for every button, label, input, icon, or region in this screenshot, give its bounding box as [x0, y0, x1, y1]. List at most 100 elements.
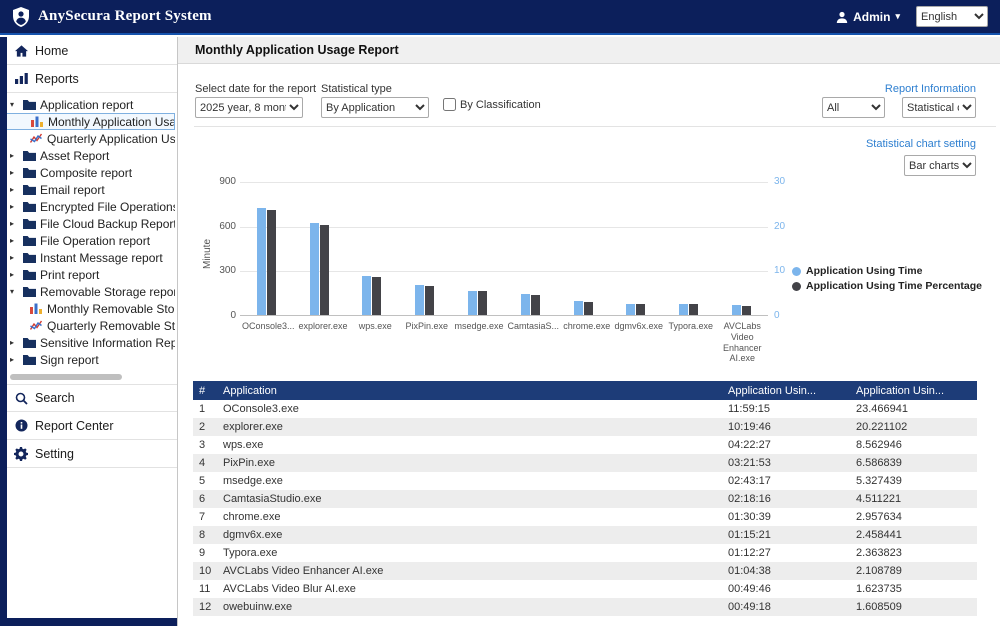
column-header[interactable]: Application Usin...: [850, 381, 977, 400]
tree-item-15[interactable]: ▸Sign report: [0, 351, 175, 368]
tree-expand-icon[interactable]: ▸: [10, 338, 19, 347]
chart-type-select[interactable]: Bar charts: [904, 155, 976, 176]
bar-application-using-time[interactable]: [732, 305, 741, 315]
statistical-type-select[interactable]: By Application: [321, 97, 429, 118]
table-row-partial[interactable]: [193, 616, 977, 626]
y-tick-label: 20: [774, 221, 800, 232]
usage-table-body: 1OConsole3.exe11:59:1523.4669412explorer…: [193, 400, 977, 626]
folder-icon: [23, 201, 36, 212]
by-classification-checkbox[interactable]: [443, 98, 456, 111]
column-header[interactable]: Application Usin...: [722, 381, 850, 400]
bar-application-using-time-percentage[interactable]: [425, 286, 434, 315]
tree-expand-icon[interactable]: ▸: [10, 202, 19, 211]
table-row[interactable]: 2explorer.exe10:19:4620.221102: [193, 418, 977, 436]
tree-item-13[interactable]: Quarterly Removable St: [0, 317, 175, 334]
table-cell: 1.623735: [850, 580, 977, 598]
column-header[interactable]: #: [193, 381, 217, 400]
table-row[interactable]: 10AVCLabs Video Enhancer AI.exe01:04:382…: [193, 562, 977, 580]
table-row[interactable]: 7chrome.exe01:30:392.957634: [193, 508, 977, 526]
bar-application-using-time[interactable]: [362, 276, 371, 315]
bar-group: [504, 182, 557, 315]
bar-application-using-time-percentage[interactable]: [372, 277, 381, 315]
line-chart-icon: [30, 133, 43, 144]
sidebar-item-report-center[interactable]: Report Center: [0, 412, 177, 440]
bar-group: [398, 182, 451, 315]
tree-item-4[interactable]: ▸Composite report: [0, 164, 175, 181]
report-date-select[interactable]: 2025 year, 8 month: [195, 97, 303, 118]
table-row[interactable]: 9Typora.exe01:12:272.363823: [193, 544, 977, 562]
tree-item-0[interactable]: ▾Application report: [0, 96, 175, 113]
topbar: AnySecura Report System Admin ▾ English: [0, 0, 1000, 35]
bar-application-using-time[interactable]: [257, 208, 266, 315]
bar-application-using-time-percentage[interactable]: [584, 302, 593, 315]
tree-expand-icon[interactable]: ▸: [10, 253, 19, 262]
bar-application-using-time[interactable]: [415, 285, 424, 315]
date-select-label: Select date for the report: [195, 83, 316, 95]
bar-application-using-time-percentage[interactable]: [742, 306, 751, 315]
tree-item-12[interactable]: Monthly Removable Stor: [0, 300, 175, 317]
bar-application-using-time-percentage[interactable]: [320, 225, 329, 315]
bar-application-using-time[interactable]: [574, 301, 583, 315]
legend-item-percentage[interactable]: Application Using Time Percentage: [792, 280, 982, 292]
report-information-link[interactable]: Report Information: [885, 83, 976, 95]
sidebar-item-home[interactable]: Home: [0, 37, 177, 65]
tree-item-7[interactable]: ▸ File Cloud Backup Report: [0, 215, 175, 232]
bar-application-using-time[interactable]: [679, 304, 688, 315]
tree-item-1[interactable]: Monthly Application Usag: [0, 113, 175, 130]
bar-application-using-time[interactable]: [521, 294, 530, 315]
sidebar-bottom-bar: [0, 618, 177, 626]
tree-item-label: File Cloud Backup Report: [40, 217, 175, 231]
table-row[interactable]: 4PixPin.exe03:21:536.586839: [193, 454, 977, 472]
tree-expand-icon[interactable]: ▸: [10, 236, 19, 245]
chart-mode-select[interactable]: Statistical chart a: [902, 97, 976, 118]
tree-expand-icon[interactable]: ▸: [10, 168, 19, 177]
table-row[interactable]: 8dgmv6x.exe01:15:212.458441: [193, 526, 977, 544]
bar-application-using-time-percentage[interactable]: [478, 291, 487, 315]
bar-application-using-time-percentage[interactable]: [636, 304, 645, 315]
tree-item-10[interactable]: ▸Print report: [0, 266, 175, 283]
tree-item-8[interactable]: ▸File Operation report: [0, 232, 175, 249]
tree-item-9[interactable]: ▸ Instant Message report: [0, 249, 175, 266]
tree-item-6[interactable]: ▸Encrypted File Operations R: [0, 198, 175, 215]
sidebar-item-setting[interactable]: Setting: [0, 440, 177, 468]
legend-item-time[interactable]: Application Using Time: [792, 265, 982, 277]
tree-horizontal-scrollbar[interactable]: [10, 374, 122, 380]
tree-item-14[interactable]: ▸Sensitive Information Report: [0, 334, 175, 351]
table-cell: 02:43:17: [722, 472, 850, 490]
tree-expand-icon[interactable]: ▸: [10, 270, 19, 279]
bar-application-using-time-percentage[interactable]: [267, 210, 276, 315]
statistical-chart-setting-link[interactable]: Statistical chart setting: [866, 138, 976, 150]
tree-collapse-icon[interactable]: ▾: [10, 287, 19, 296]
tree-expand-icon[interactable]: ▸: [10, 151, 19, 160]
table-row[interactable]: 12owebuinw.exe00:49:181.608509: [193, 598, 977, 616]
column-header[interactable]: Application: [217, 381, 722, 400]
bar-application-using-time-percentage[interactable]: [689, 304, 698, 315]
table-cell: 6.586839: [850, 454, 977, 472]
table-row[interactable]: 3wps.exe04:22:278.562946: [193, 436, 977, 454]
tree-item-11[interactable]: ▾Removable Storage report: [0, 283, 175, 300]
bar-application-using-time[interactable]: [310, 223, 319, 315]
report-content: Select date for the report 2025 year, 8 …: [178, 64, 1000, 626]
tree-item-5[interactable]: ▸Email report: [0, 181, 175, 198]
tree-item-label: Instant Message report: [40, 251, 163, 265]
tree-expand-icon[interactable]: ▸: [10, 355, 19, 364]
language-select[interactable]: English: [916, 6, 988, 27]
sidebar-item-search[interactable]: Search: [0, 384, 177, 412]
bar-application-using-time[interactable]: [468, 291, 477, 315]
table-row[interactable]: 6CamtasiaStudio.exe02:18:164.511221: [193, 490, 977, 508]
table-row[interactable]: 1OConsole3.exe11:59:1523.466941: [193, 400, 977, 418]
admin-menu[interactable]: Admin ▾: [836, 10, 900, 24]
tree-item-3[interactable]: ▸Asset Report: [0, 147, 175, 164]
table-row[interactable]: 5msedge.exe02:43:175.327439: [193, 472, 977, 490]
by-classification-option[interactable]: By Classification: [443, 98, 541, 111]
table-cell: Typora.exe: [217, 544, 722, 562]
tree-item-2[interactable]: Quarterly Application Us: [0, 130, 175, 147]
tree-collapse-icon[interactable]: ▾: [10, 100, 19, 109]
table-row[interactable]: 11AVCLabs Video Blur AI.exe00:49:461.623…: [193, 580, 977, 598]
sidebar-item-reports[interactable]: Reports: [0, 65, 177, 93]
scope-select[interactable]: All: [822, 97, 885, 118]
bar-application-using-time[interactable]: [626, 304, 635, 315]
bar-application-using-time-percentage[interactable]: [531, 295, 540, 315]
tree-expand-icon[interactable]: ▸: [10, 185, 19, 194]
tree-expand-icon[interactable]: ▸: [10, 219, 19, 228]
